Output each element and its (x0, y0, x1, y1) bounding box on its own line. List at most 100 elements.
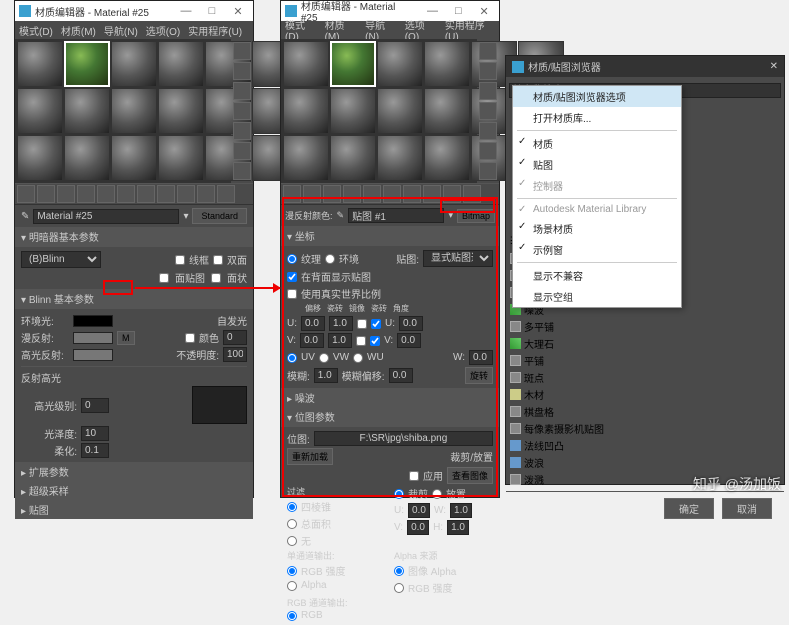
apply-checkbox[interactable] (409, 471, 419, 481)
eyedropper-icon[interactable]: ✎ (21, 211, 29, 222)
alpha-img-radio[interactable] (394, 566, 404, 576)
shader-type-button[interactable]: Standard (192, 208, 247, 224)
cancel-button[interactable]: 取消 (722, 498, 772, 519)
rotate-button[interactable]: 旋转 (465, 367, 493, 384)
tree-item[interactable]: 木材 (510, 386, 780, 403)
sample-slot[interactable] (330, 135, 376, 181)
side-tool[interactable] (479, 142, 497, 160)
ctx-materials[interactable]: 材质 (513, 133, 681, 154)
ctx-maps[interactable]: 贴图 (513, 154, 681, 175)
section-blinn-basic[interactable]: Blinn 基本参数 (15, 289, 253, 308)
sample-slot[interactable] (377, 135, 423, 181)
maximize-button[interactable]: □ (201, 2, 223, 20)
tool-icon[interactable] (137, 185, 155, 203)
tool-icon[interactable] (323, 185, 341, 203)
sample-slot[interactable] (17, 88, 63, 134)
bluroff-spinner[interactable] (389, 368, 413, 383)
ctx-incompat[interactable]: 显示不兼容 (513, 265, 681, 286)
crop-h[interactable] (447, 520, 469, 535)
ctx-options[interactable]: 材质/贴图浏览器选项 (513, 86, 681, 107)
tree-item[interactable]: 棋盘格 (510, 403, 780, 420)
tool-icon[interactable] (97, 185, 115, 203)
side-tool[interactable] (479, 62, 497, 80)
sample-slot-selected[interactable] (330, 41, 376, 87)
section-bitmap[interactable]: 位图参数 (281, 407, 499, 426)
tool-icon[interactable] (283, 185, 301, 203)
eyedropper-icon[interactable]: ✎ (337, 210, 345, 221)
side-tool[interactable] (233, 62, 251, 80)
side-tool[interactable] (233, 82, 251, 100)
tree-item[interactable]: 斑点 (510, 369, 780, 386)
gloss-spinner[interactable] (81, 426, 109, 441)
alpha-rgb-radio[interactable] (394, 583, 404, 593)
tool-icon[interactable] (37, 185, 55, 203)
specular-color-swatch[interactable] (73, 349, 113, 361)
diffuse-color-swatch[interactable] (73, 332, 113, 344)
tool-icon[interactable] (77, 185, 95, 203)
ctx-controllers[interactable]: 控制器 (513, 175, 681, 196)
sample-slot[interactable] (330, 88, 376, 134)
tool-icon[interactable] (463, 185, 481, 203)
tool-icon[interactable] (363, 185, 381, 203)
section-maps[interactable]: 贴图 (15, 500, 253, 519)
tool-icon[interactable] (17, 185, 35, 203)
sample-slot-selected[interactable] (64, 41, 110, 87)
sample-slot[interactable] (424, 88, 470, 134)
selfillum-spinner[interactable] (223, 330, 247, 345)
v-mirror[interactable] (356, 336, 366, 346)
sample-slot[interactable] (283, 88, 329, 134)
tool-icon[interactable] (117, 185, 135, 203)
map-name-input[interactable] (348, 208, 444, 223)
ctx-open-lib[interactable]: 打开材质库... (513, 107, 681, 128)
side-tool[interactable] (479, 122, 497, 140)
mono-rgb-radio[interactable] (287, 566, 297, 576)
sample-slot[interactable] (158, 41, 204, 87)
shader-select[interactable]: (B)Blinn (21, 251, 101, 268)
sample-slot[interactable] (158, 88, 204, 134)
sample-slot[interactable] (377, 41, 423, 87)
tree-item[interactable]: 波浪 (510, 454, 780, 471)
double-checkbox[interactable] (213, 255, 223, 265)
speclevel-spinner[interactable] (81, 398, 109, 413)
ctx-scene[interactable]: 场景材质 (513, 218, 681, 239)
sample-slot[interactable] (111, 135, 157, 181)
sample-slot[interactable] (17, 135, 63, 181)
section-coordinates[interactable]: 坐标 (281, 226, 499, 245)
w-angle[interactable] (469, 350, 493, 365)
wire-checkbox[interactable] (175, 255, 185, 265)
crop-w[interactable] (450, 503, 472, 518)
faceted-checkbox[interactable] (211, 273, 221, 283)
bitmap-path-button[interactable]: F:\SR\jpg\shiba.png (314, 431, 493, 446)
v-angle[interactable] (397, 333, 421, 348)
tool-icon[interactable] (157, 185, 175, 203)
reload-button[interactable]: 重新加载 (287, 448, 333, 465)
sample-slot[interactable] (424, 135, 470, 181)
sample-slot[interactable] (424, 41, 470, 87)
section-noise[interactable]: 噪波 (281, 388, 499, 407)
menu-options[interactable]: 选项(O) (146, 23, 180, 38)
section-extended[interactable]: 扩展参数 (15, 462, 253, 481)
pyramid-radio[interactable] (287, 502, 297, 512)
diffuse-map-button[interactable]: M (117, 331, 135, 345)
sample-slot[interactable] (111, 41, 157, 87)
ok-button[interactable]: 确定 (664, 498, 714, 519)
side-tool[interactable] (233, 42, 251, 60)
tree-item[interactable]: 多平铺 (510, 318, 780, 335)
sample-slot[interactable] (377, 88, 423, 134)
tool-icon[interactable] (403, 185, 421, 203)
crop-v[interactable] (407, 520, 429, 535)
tool-icon[interactable] (423, 185, 441, 203)
menu-mode[interactable]: 模式(D) (19, 23, 53, 38)
sample-slot[interactable] (17, 41, 63, 87)
side-tool[interactable] (233, 122, 251, 140)
facemap-checkbox[interactable] (159, 273, 169, 283)
side-tool[interactable] (479, 82, 497, 100)
tool-icon[interactable] (197, 185, 215, 203)
tool-icon[interactable] (57, 185, 75, 203)
view-image-button[interactable]: 查看图像 (447, 467, 493, 484)
u-mirror[interactable] (357, 319, 367, 329)
mono-alpha-radio[interactable] (287, 581, 297, 591)
u-offset[interactable] (301, 316, 325, 331)
ctx-adsk[interactable]: Autodesk Material Library (513, 201, 681, 218)
sat-radio[interactable] (287, 519, 297, 529)
